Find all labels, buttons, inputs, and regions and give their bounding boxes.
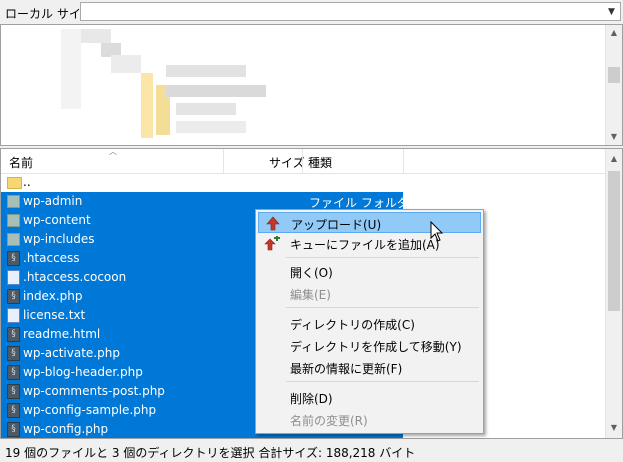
tree-scroll-thumb[interactable] xyxy=(608,67,620,83)
file-name: wp-admin xyxy=(23,194,83,208)
php-file-icon: § xyxy=(7,251,20,266)
menu-item-add-to-queue[interactable]: キューにファイルを追加(A) xyxy=(258,233,481,254)
folder-icon xyxy=(7,214,20,227)
file-name: wp-activate.php xyxy=(23,346,120,360)
chevron-down-icon[interactable]: ▼ xyxy=(603,3,620,20)
sort-ascending-icon: ︿ xyxy=(109,148,117,156)
column-size[interactable]: サイズ xyxy=(269,154,305,171)
tree-vertical-scrollbar[interactable]: ▲ ▼ xyxy=(605,25,622,145)
file-name: wp-blog-header.php xyxy=(23,365,143,379)
menu-item-rename: 名前の変更(R) xyxy=(290,414,368,428)
column-type[interactable]: 種類 xyxy=(308,154,332,171)
file-name: license.txt xyxy=(23,308,86,322)
php-file-icon: § xyxy=(7,422,20,437)
php-file-icon: § xyxy=(7,346,20,361)
file-name: .htaccess xyxy=(23,251,80,265)
menu-item-create-directory[interactable]: ディレクトリの作成(C) xyxy=(258,313,481,334)
local-site-bar: ローカル サイト: ▼ xyxy=(0,0,623,24)
file-list-header: ︿ 名前 サイズ 種類 xyxy=(1,149,605,174)
folder-icon xyxy=(7,177,22,189)
menu-item-upload[interactable]: アップロード(U) xyxy=(258,212,481,233)
php-file-icon: § xyxy=(7,384,20,399)
context-menu: アップロード(U) キューにファイルを追加(A) 開く(O) 編集(E) ディレ… xyxy=(255,209,484,434)
php-file-icon: § xyxy=(7,289,20,304)
selection-summary: 19 個のファイルと 3 個のディレクトリを選択 合計サイズ: 188,218 … xyxy=(5,446,416,460)
menu-item-refresh[interactable]: 最新の情報に更新(F) xyxy=(258,357,481,378)
menu-item-open[interactable]: 開く(O) xyxy=(258,261,481,282)
local-site-path-input[interactable]: ▼ xyxy=(80,2,621,21)
add-to-queue-icon xyxy=(264,236,280,251)
file-name: wp-content xyxy=(23,213,91,227)
file-name: wp-includes xyxy=(23,232,95,246)
upload-arrow-icon xyxy=(266,216,280,231)
list-vertical-scrollbar[interactable]: ▲ ▼ xyxy=(605,149,622,438)
folder-icon xyxy=(7,195,20,208)
file-name: wp-config-sample.php xyxy=(23,403,157,417)
menu-item-edit: 編集(E) xyxy=(290,288,331,302)
document-icon xyxy=(7,308,20,323)
php-file-icon: § xyxy=(7,365,20,380)
scroll-down-arrow-icon[interactable]: ▼ xyxy=(606,129,622,145)
php-file-icon: § xyxy=(7,327,20,342)
scroll-up-arrow-icon[interactable]: ▲ xyxy=(606,151,622,167)
local-directory-tree[interactable]: ▲ ▼ xyxy=(0,24,623,146)
column-name[interactable]: 名前 xyxy=(9,154,33,171)
file-name: index.php xyxy=(23,289,83,303)
php-file-icon: § xyxy=(7,403,20,418)
mouse-pointer-icon xyxy=(430,221,444,242)
scroll-up-arrow-icon[interactable]: ▲ xyxy=(606,25,622,41)
file-name: wp-config.php xyxy=(23,422,109,436)
list-scroll-thumb[interactable] xyxy=(608,171,620,311)
document-icon xyxy=(7,270,20,285)
table-row[interactable]: .. xyxy=(1,173,403,192)
file-name: wp-comments-post.php xyxy=(23,384,165,398)
menu-item-delete[interactable]: 削除(D) xyxy=(258,387,481,408)
file-name: .. xyxy=(23,175,31,189)
status-bar: 19 個のファイルと 3 個のディレクトリを選択 合計サイズ: 188,218 … xyxy=(0,441,623,462)
menu-item-create-directory-and-enter[interactable]: ディレクトリを作成して移動(Y) xyxy=(258,335,481,356)
file-name: readme.html xyxy=(23,327,101,341)
scroll-down-arrow-icon[interactable]: ▼ xyxy=(606,420,622,436)
file-name: .htaccess.cocoon xyxy=(23,270,127,284)
folder-icon xyxy=(7,233,20,246)
